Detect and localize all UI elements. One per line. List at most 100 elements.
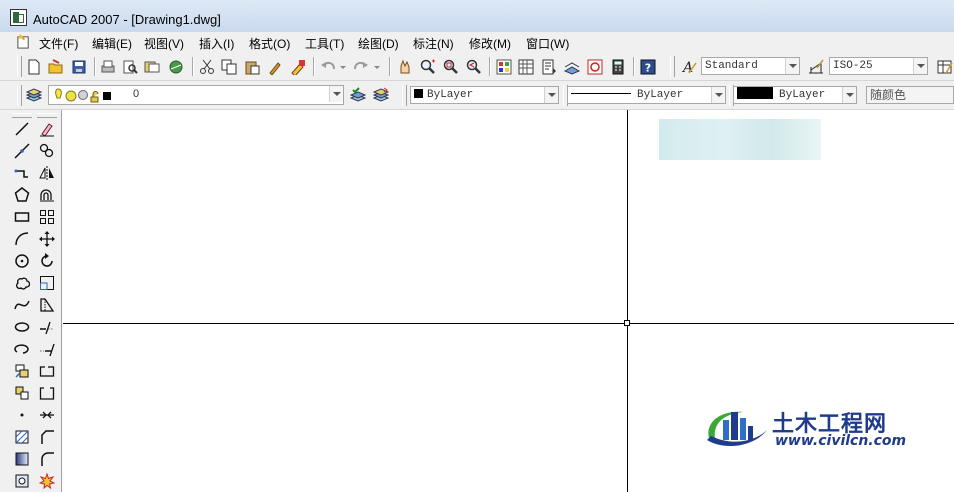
point-icon[interactable] — [13, 406, 31, 424]
trim-icon[interactable] — [38, 318, 56, 336]
chevron-down-icon[interactable] — [842, 87, 856, 103]
polygon-icon[interactable] — [13, 186, 31, 204]
linetype-control-combo[interactable]: ByLayer — [567, 86, 726, 104]
toolbar-grip[interactable] — [402, 85, 407, 106]
insert-block-icon[interactable] — [13, 362, 31, 380]
zoom-window-icon[interactable] — [442, 58, 460, 76]
paste-icon[interactable] — [243, 58, 261, 76]
ellipse-arc-icon[interactable] — [13, 340, 31, 358]
toolbar-grip[interactable] — [17, 56, 22, 77]
new-icon[interactable] — [25, 58, 43, 76]
help-icon[interactable]: ? — [639, 58, 657, 76]
menu-format[interactable]: 格式(O) — [249, 35, 290, 52]
plot-style-control-combo[interactable]: 随颜色 — [866, 86, 954, 104]
dimension-style-combo[interactable]: ISO-25 — [829, 57, 928, 75]
menu-insert[interactable]: 插入(I) — [199, 35, 234, 52]
arc-icon[interactable] — [13, 230, 31, 248]
sheet-set-manager-icon[interactable] — [563, 58, 581, 76]
properties-icon[interactable] — [495, 58, 513, 76]
scale-icon[interactable] — [38, 274, 56, 292]
move-icon[interactable] — [38, 230, 56, 248]
ellipse-icon[interactable] — [13, 318, 31, 336]
chevron-down-icon[interactable] — [711, 87, 725, 103]
color-control-combo[interactable]: ByLayer — [410, 86, 559, 104]
menu-modify[interactable]: 修改(M) — [469, 35, 511, 52]
copy-icon[interactable] — [220, 58, 238, 76]
chevron-down-icon[interactable] — [913, 58, 927, 74]
menu-draw[interactable]: 绘图(D) — [358, 35, 399, 52]
quickcalc-icon[interactable] — [609, 58, 627, 76]
markup-set-manager-icon[interactable] — [586, 58, 604, 76]
revision-cloud-icon[interactable] — [13, 274, 31, 292]
chevron-down-icon[interactable] — [785, 58, 799, 74]
menu-edit[interactable]: 编辑(E) — [92, 35, 132, 52]
polyline-icon[interactable] — [13, 164, 31, 182]
rotate-icon[interactable] — [38, 252, 56, 270]
explode-icon[interactable] — [38, 472, 56, 490]
join-icon[interactable] — [38, 406, 56, 424]
tool-palettes-icon[interactable] — [540, 58, 558, 76]
redo-dropdown-icon[interactable] — [372, 58, 382, 76]
document-icon[interactable] — [16, 34, 31, 49]
redo-icon[interactable] — [352, 58, 370, 76]
circle-icon[interactable] — [13, 252, 31, 270]
open-icon[interactable] — [47, 58, 65, 76]
menu-file[interactable]: 文件(F) — [39, 35, 78, 52]
3d-dwf-icon[interactable] — [167, 58, 185, 76]
toolbar-separator — [389, 57, 391, 76]
chamfer-icon[interactable] — [38, 428, 56, 446]
publish-icon[interactable] — [143, 58, 161, 76]
extend-icon[interactable] — [38, 340, 56, 358]
save-icon[interactable] — [70, 58, 88, 76]
undo-dropdown-icon[interactable] — [338, 58, 348, 76]
layer-control-combo[interactable]: 0 — [48, 85, 344, 105]
toolbar-grip[interactable] — [670, 56, 675, 77]
menu-window[interactable]: 窗口(W) — [526, 35, 569, 52]
make-block-icon[interactable] — [13, 384, 31, 402]
layer-manager-icon[interactable] — [25, 86, 43, 104]
plot-icon[interactable] — [99, 58, 117, 76]
hatch-icon[interactable] — [13, 428, 31, 446]
text-style-combo[interactable]: Standard — [701, 57, 800, 75]
layer-previous-icon[interactable] — [372, 86, 390, 104]
text-style-icon[interactable]: A — [680, 58, 698, 76]
offset-icon[interactable] — [38, 186, 56, 204]
plot-preview-icon[interactable] — [121, 58, 139, 76]
chevron-down-icon[interactable] — [329, 86, 343, 102]
spline-icon[interactable] — [13, 296, 31, 314]
design-center-icon[interactable] — [517, 58, 535, 76]
menu-tools[interactable]: 工具(T) — [305, 35, 344, 52]
break-icon[interactable] — [38, 384, 56, 402]
block-editor-icon[interactable] — [289, 58, 307, 76]
autocad-app-icon[interactable] — [10, 9, 27, 26]
break-at-point-icon[interactable] — [38, 362, 56, 380]
mirror-icon[interactable] — [38, 164, 56, 182]
stretch-icon[interactable] — [38, 296, 56, 314]
toolbar-grip[interactable] — [17, 85, 22, 106]
gradient-icon[interactable] — [13, 450, 31, 468]
line-icon[interactable] — [13, 120, 31, 138]
chevron-down-icon[interactable] — [544, 87, 558, 103]
undo-icon[interactable] — [319, 58, 337, 76]
table-style-icon[interactable] — [936, 58, 954, 76]
construction-line-icon[interactable] — [13, 142, 31, 160]
dimension-style-icon[interactable] — [807, 58, 825, 76]
menu-dimension[interactable]: 标注(N) — [413, 35, 454, 52]
zoom-realtime-icon[interactable] — [419, 58, 437, 76]
make-current-layer-icon[interactable] — [349, 86, 367, 104]
copy-object-icon[interactable] — [38, 142, 56, 160]
lineweight-control-combo[interactable]: ByLayer — [733, 86, 857, 104]
pan-realtime-icon[interactable] — [396, 58, 414, 76]
array-icon[interactable] — [38, 208, 56, 226]
modify-toolbar-grip[interactable] — [37, 113, 57, 118]
zoom-previous-icon[interactable] — [465, 58, 483, 76]
fillet-icon[interactable] — [38, 450, 56, 468]
erase-icon[interactable] — [38, 120, 56, 138]
crosshair-horizontal-line — [63, 323, 954, 324]
rectangle-icon[interactable] — [13, 208, 31, 226]
draw-toolbar-grip[interactable] — [12, 113, 32, 118]
region-icon[interactable] — [13, 472, 31, 490]
cut-icon[interactable] — [198, 58, 216, 76]
menu-view[interactable]: 视图(V) — [144, 35, 184, 52]
match-properties-icon[interactable] — [266, 58, 284, 76]
